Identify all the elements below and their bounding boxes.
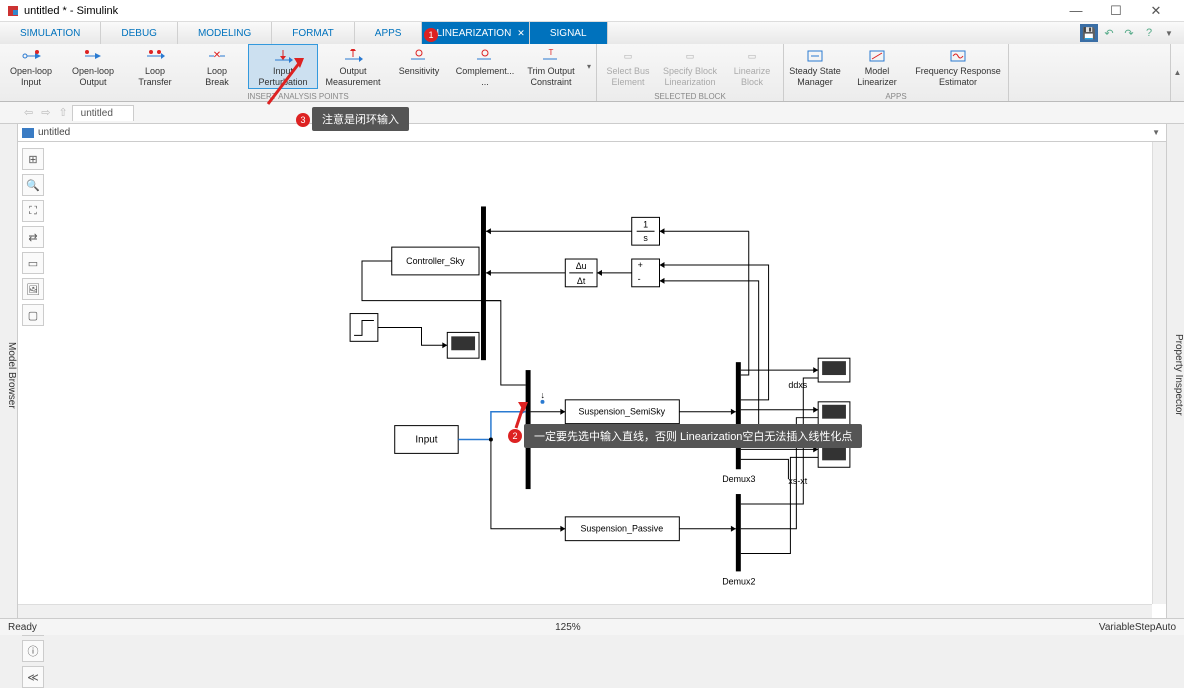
svg-text:T: T: [549, 49, 554, 57]
svg-text:-: -: [638, 274, 641, 284]
group-label-apps: APPS: [784, 92, 1008, 101]
svg-text:✕: ✕: [213, 50, 221, 61]
svg-text:Δt: Δt: [577, 276, 586, 286]
linearize-block-button: ▭Linearize Block: [721, 44, 783, 89]
window-title: untitled * - Simulink: [24, 5, 118, 17]
palette-overview-icon[interactable]: ⊞: [22, 148, 44, 170]
canvas-dropdown-icon[interactable]: ▼: [1146, 128, 1166, 137]
undo-icon[interactable]: ↶: [1100, 24, 1118, 42]
sensitivity-button[interactable]: Sensitivity: [388, 44, 450, 89]
palette-fit-icon[interactable]: ⛶: [22, 200, 44, 222]
svg-text:ddxs: ddxs: [788, 380, 807, 390]
toolstrip: Open-loop Input Open-loop Output Loop Tr…: [0, 44, 1184, 102]
canvas-title-bar: untitled ▼: [18, 124, 1166, 142]
content-area: Model Browser untitled ▼ ⊞ 🔍 ⛶ ⇄ ▭ 🖼 ▢ ▣…: [0, 124, 1184, 618]
specify-block-lin-button: ▭Specify Block Linearization: [659, 44, 721, 89]
palette-more-icon[interactable]: ≪: [22, 666, 44, 688]
tab-modeling[interactable]: MODELING: [178, 22, 272, 44]
annotation-marker-2: 2: [508, 429, 522, 443]
freq-response-estimator-button[interactable]: Frequency Response Estimator: [908, 44, 1008, 89]
scrollbar-horizontal[interactable]: [18, 604, 1152, 618]
svg-text:Suspension_SemiSky: Suspension_SemiSky: [578, 407, 665, 417]
svg-text:Δu: Δu: [576, 261, 587, 271]
status-ready: Ready: [8, 622, 37, 633]
output-measurement-button[interactable]: Output Measurement: [318, 44, 388, 89]
svg-text:s: s: [643, 233, 648, 243]
simulink-icon: [8, 6, 18, 16]
svg-text:Controller_Sky: Controller_Sky: [406, 256, 465, 266]
status-zoom[interactable]: 125%: [515, 622, 621, 633]
minimize-button[interactable]: —: [1056, 0, 1096, 22]
svg-text:↓: ↓: [541, 390, 545, 400]
annotation-1: 注意是闭环输入: [312, 107, 409, 131]
tab-apps[interactable]: APPS: [355, 22, 423, 44]
status-solver[interactable]: VariableStepAuto: [1099, 622, 1176, 633]
tab-debug[interactable]: DEBUG: [101, 22, 178, 44]
model-linearizer-button[interactable]: Model Linearizer: [846, 44, 908, 89]
svg-text:xs-xt: xs-xt: [788, 476, 807, 486]
palette-comment-icon[interactable]: ▭: [22, 252, 44, 274]
titlebar: untitled * - Simulink — ☐ ✕: [0, 0, 1184, 22]
main-tabs: SIMULATION DEBUG MODELING FORMAT APPS LI…: [0, 22, 1184, 44]
steady-state-manager-button[interactable]: Steady State Manager: [784, 44, 846, 89]
loop-break-button[interactable]: ✕Loop Break: [186, 44, 248, 89]
group-apps: Steady State Manager Model Linearizer Fr…: [784, 44, 1009, 101]
canvas-body[interactable]: ⊞ 🔍 ⛶ ⇄ ▭ 🖼 ▢ ▣ ⓘ ≪: [18, 142, 1166, 618]
tab-signal[interactable]: SIGNAL: [530, 22, 608, 44]
tab-linearization[interactable]: LINEARIZATION✕: [422, 22, 529, 44]
palette-info-icon[interactable]: ⓘ: [22, 640, 44, 662]
breadcrumb-tab[interactable]: untitled: [72, 105, 134, 121]
help-icon[interactable]: ?: [1140, 24, 1158, 42]
svg-text:Demux2: Demux2: [722, 576, 755, 586]
model-browser-rail[interactable]: Model Browser: [0, 124, 18, 618]
maximize-button[interactable]: ☐: [1096, 0, 1136, 22]
palette-box-icon[interactable]: ▢: [22, 304, 44, 326]
save-icon[interactable]: 💾: [1080, 24, 1098, 42]
annotation-marker-3: 3: [296, 113, 310, 127]
annotation-marker-1: 1: [424, 28, 438, 42]
svg-text:Input: Input: [415, 434, 437, 445]
svg-text:+: +: [638, 260, 643, 270]
explorer-bar: ⇦ ⇨ ⇧ untitled: [0, 102, 1184, 124]
svg-text:Suspension_Passive: Suspension_Passive: [580, 524, 663, 534]
analysis-points-dropdown[interactable]: ▾: [582, 44, 596, 89]
annotation-2: 一定要先选中输入直线，否则 Linearization空白无法插入线性化点: [524, 424, 862, 448]
palette-image-icon[interactable]: 🖼: [22, 278, 44, 300]
toolstrip-collapse-icon[interactable]: ▲: [1170, 44, 1184, 101]
svg-text:Demux3: Demux3: [722, 474, 755, 484]
group-selected-block: ▭Select Bus Element ▭Specify Block Linea…: [597, 44, 784, 101]
svg-text:1: 1: [643, 219, 648, 229]
close-button[interactable]: ✕: [1136, 0, 1176, 22]
nav-back-icon[interactable]: ⇦: [24, 106, 33, 119]
loop-transfer-button[interactable]: Loop Transfer: [124, 44, 186, 89]
group-label-selected-block: SELECTED BLOCK: [597, 92, 783, 101]
tab-format[interactable]: FORMAT: [272, 22, 354, 44]
trim-output-constraint-button[interactable]: TTrim Output Constraint: [520, 44, 582, 89]
canvas-wrap: untitled ▼ ⊞ 🔍 ⛶ ⇄ ▭ 🖼 ▢ ▣ ⓘ ≪: [18, 124, 1166, 618]
palette-arrows-icon[interactable]: ⇄: [22, 226, 44, 248]
diagram-canvas[interactable]: Controller_Sky 1 s Δu Δt + -: [48, 142, 1152, 618]
nav-forward-icon[interactable]: ⇨: [41, 106, 50, 119]
model-icon: [22, 128, 34, 138]
property-inspector-rail[interactable]: Property Inspector: [1166, 124, 1184, 618]
scrollbar-vertical[interactable]: [1152, 142, 1166, 604]
tab-simulation[interactable]: SIMULATION: [0, 22, 101, 44]
palette-zoom-icon[interactable]: 🔍: [22, 174, 44, 196]
quick-access-toolbar: 💾 ↶ ↷ ? ▼: [1080, 22, 1184, 44]
open-loop-input-button[interactable]: Open-loop Input: [0, 44, 62, 89]
open-loop-output-button[interactable]: Open-loop Output: [62, 44, 124, 89]
close-tab-icon[interactable]: ✕: [517, 28, 525, 39]
status-bar: Ready 125% VariableStepAuto: [0, 618, 1184, 635]
canvas-title[interactable]: untitled: [38, 127, 70, 138]
complement-button[interactable]: Complement... ...: [450, 44, 520, 89]
nav-up-icon[interactable]: ⇧: [58, 106, 67, 119]
qat-dropdown-icon[interactable]: ▼: [1160, 24, 1178, 42]
select-bus-element-button: ▭Select Bus Element: [597, 44, 659, 89]
redo-icon[interactable]: ↷: [1120, 24, 1138, 42]
